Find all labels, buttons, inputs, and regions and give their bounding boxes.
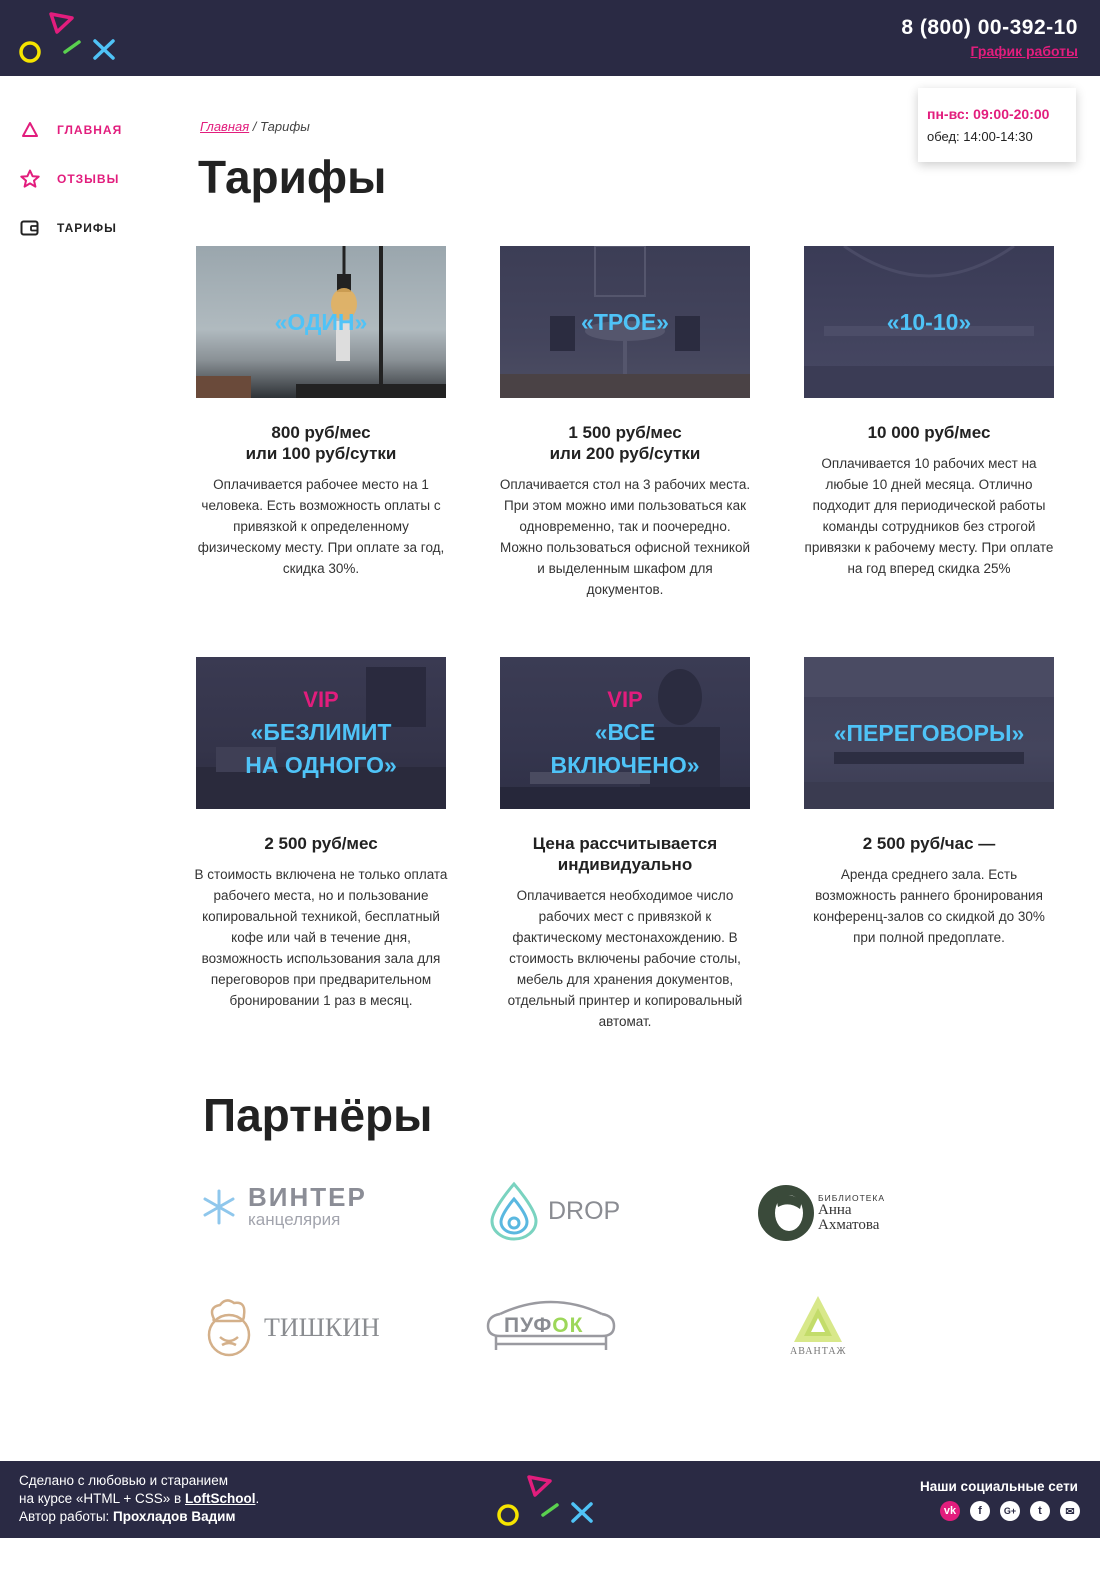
partner-avantazh-name: АВАНТАЖ [790, 1346, 847, 1357]
sidebar-item-tariffs[interactable]: ТАРИФЫ [20, 216, 180, 240]
tariff-image[interactable]: «10-10» [804, 246, 1054, 398]
sidebar-item-reviews[interactable]: ОТЗЫВЫ [20, 167, 180, 191]
partner-pufok[interactable]: ПУФОК [482, 1296, 616, 1350]
tariff-card: «10-10» 10 000 руб/мес Оплачивается 10 р… [800, 246, 1058, 579]
tariff-card: «ТРОЕ» 1 500 руб/мес или 200 руб/сутки О… [496, 246, 754, 600]
loftschool-link[interactable]: LoftSchool [185, 1491, 256, 1506]
footer-line-1: Сделано с любовью и старанием [19, 1473, 228, 1488]
author-name: Прохладов Вадим [113, 1509, 236, 1524]
partner-pufok-name-a: ПУФ [504, 1314, 553, 1337]
footer-logo-icon[interactable] [496, 1475, 596, 1527]
schedule-link[interactable]: График работы [971, 43, 1079, 59]
portrait-icon [758, 1185, 814, 1241]
footer-line-2: на курсе «HTML + CSS» в LoftSchool. [19, 1491, 260, 1506]
partner-pufok-name-b: ОК [552, 1314, 584, 1337]
tariff-name: «ПЕРЕГОВОРЫ» [833, 719, 1025, 746]
partner-tishkin[interactable]: ТИШКИН [200, 1297, 380, 1359]
tariff-description: Оплачивается стол на 3 рабочих места. Пр… [499, 477, 751, 597]
tariff-name: «ОДИН» [274, 308, 368, 335]
star-icon [20, 169, 40, 189]
tariff-description: Оплачивается необходимое число рабочих м… [507, 888, 743, 1029]
tariff-price: 2 500 руб/мес [264, 834, 378, 853]
partner-winter-sub: канцелярия [248, 1210, 341, 1229]
wallet-icon [20, 218, 40, 238]
partner-akhmatova-library[interactable]: БИБЛИОТЕКА Анна Ахматова [756, 1183, 885, 1243]
site-header: 8 (800) 00-392-10 График работы [0, 0, 1100, 76]
google-plus-icon[interactable]: G+ [1000, 1501, 1020, 1521]
sidebar-item-home[interactable]: ГЛАВНАЯ [20, 118, 180, 142]
page-title: Тарифы [198, 151, 387, 203]
tariff-price: 2 500 руб/час — [862, 834, 996, 853]
partner-library-line1: Анна [818, 1202, 852, 1218]
lunch-hours: обед: 14:00-14:30 [927, 129, 1033, 144]
social-title: Наши социальные сети [920, 1479, 1078, 1494]
tariff-description: Аренда среднего зала. Есть возможность р… [813, 867, 1045, 945]
avantazh-logo-icon [794, 1296, 843, 1342]
logo-icon[interactable] [18, 12, 118, 64]
sidebar-item-label: ОТЗЫВЫ [57, 172, 120, 186]
tariff-name: «ТРОЕ» [581, 308, 669, 335]
tariff-description: Оплачивается 10 рабочих мест на любые 10… [804, 456, 1054, 576]
tariff-image[interactable]: VIP «ВСЕ ВКЛЮЧЕНО» [500, 657, 750, 809]
drop-icon [490, 1181, 538, 1241]
sidebar-nav: ГЛАВНАЯ ОТЗЫВЫ ТАРИФЫ [20, 118, 180, 265]
schedule-popup: пн-вс: 09:00-20:00 обед: 14:00-14:30 [918, 88, 1076, 162]
partners-title: Партнёры [203, 1089, 433, 1141]
footer-credits: Сделано с любовью и старанием на курсе «… [19, 1472, 259, 1526]
tariff-price: 10 000 руб/мес [867, 423, 991, 442]
tariff-image[interactable]: «ПЕРЕГОВОРЫ» [804, 657, 1054, 809]
chef-icon [207, 1299, 251, 1357]
triangle-icon [20, 120, 40, 140]
sidebar-item-label: ТАРИФЫ [57, 221, 117, 235]
tariff-name: «ВСЕ ВКЛЮЧЕНО» [550, 719, 700, 778]
tariff-description: В стоимость включена не только оплата ра… [194, 867, 448, 1008]
tariff-image[interactable]: «ОДИН» [196, 246, 446, 398]
partner-library-line2: Ахматова [818, 1217, 880, 1233]
partner-drop-name: DROP [548, 1196, 621, 1225]
tariff-price: 1 500 руб/мес или 200 руб/сутки [549, 423, 701, 463]
breadcrumb-separator: / [249, 119, 261, 134]
partner-drop[interactable]: DROP [488, 1181, 620, 1241]
tariff-image[interactable]: VIP «БЕЗЛИМИТ НА ОДНОГО» [196, 657, 446, 809]
header-phone[interactable]: 8 (800) 00-392-10 [901, 16, 1078, 40]
snowflake-icon [203, 1189, 235, 1225]
partner-winter[interactable]: ВИНТЕР канцелярия [200, 1184, 367, 1230]
tariff-name: «БЕЗЛИМИТ НА ОДНОГО» [245, 719, 397, 778]
tariff-name: «10-10» [886, 308, 972, 335]
sidebar-item-label: ГЛАВНАЯ [57, 123, 123, 137]
social-links: vk f G+ t ✉ [940, 1501, 1080, 1521]
facebook-icon[interactable]: f [970, 1501, 990, 1521]
vk-icon[interactable]: vk [940, 1501, 960, 1521]
working-hours: пн-вс: 09:00-20:00 [927, 106, 1050, 122]
twitter-icon[interactable]: t [1030, 1501, 1050, 1521]
tariff-price: Цена рассчитывается индивидуально [532, 834, 718, 874]
tariff-card: VIP «ВСЕ ВКЛЮЧЕНО» Цена рассчитывается и… [496, 657, 754, 1032]
breadcrumb-current: Тарифы [260, 119, 310, 134]
tariff-card: VIP «БЕЗЛИМИТ НА ОДНОГО» 2 500 руб/мес В… [192, 657, 450, 1011]
breadcrumb: Главная / Тарифы [200, 119, 310, 134]
partner-winter-name: ВИНТЕР [248, 1182, 367, 1212]
tariff-card: «ПЕРЕГОВОРЫ» 2 500 руб/час — Аренда сред… [800, 657, 1058, 948]
partner-avantazh[interactable]: АВАНТАЖ [790, 1294, 847, 1357]
tariff-card: «ОДИН» 800 руб/мес или 100 руб/сутки Опл… [192, 246, 450, 579]
mail-icon[interactable]: ✉ [1060, 1501, 1080, 1521]
tariff-description: Оплачивается рабочее место на 1 человека… [197, 477, 445, 576]
partner-tishkin-name: ТИШКИН [264, 1313, 380, 1342]
tariff-price: 800 руб/мес или 100 руб/сутки [245, 423, 397, 463]
footer-line-3: Автор работы: Прохладов Вадим [19, 1509, 236, 1524]
tariff-image[interactable]: «ТРОЕ» [500, 246, 750, 398]
breadcrumb-home-link[interactable]: Главная [200, 119, 249, 134]
site-footer: Сделано с любовью и старанием на курсе «… [0, 1461, 1100, 1538]
